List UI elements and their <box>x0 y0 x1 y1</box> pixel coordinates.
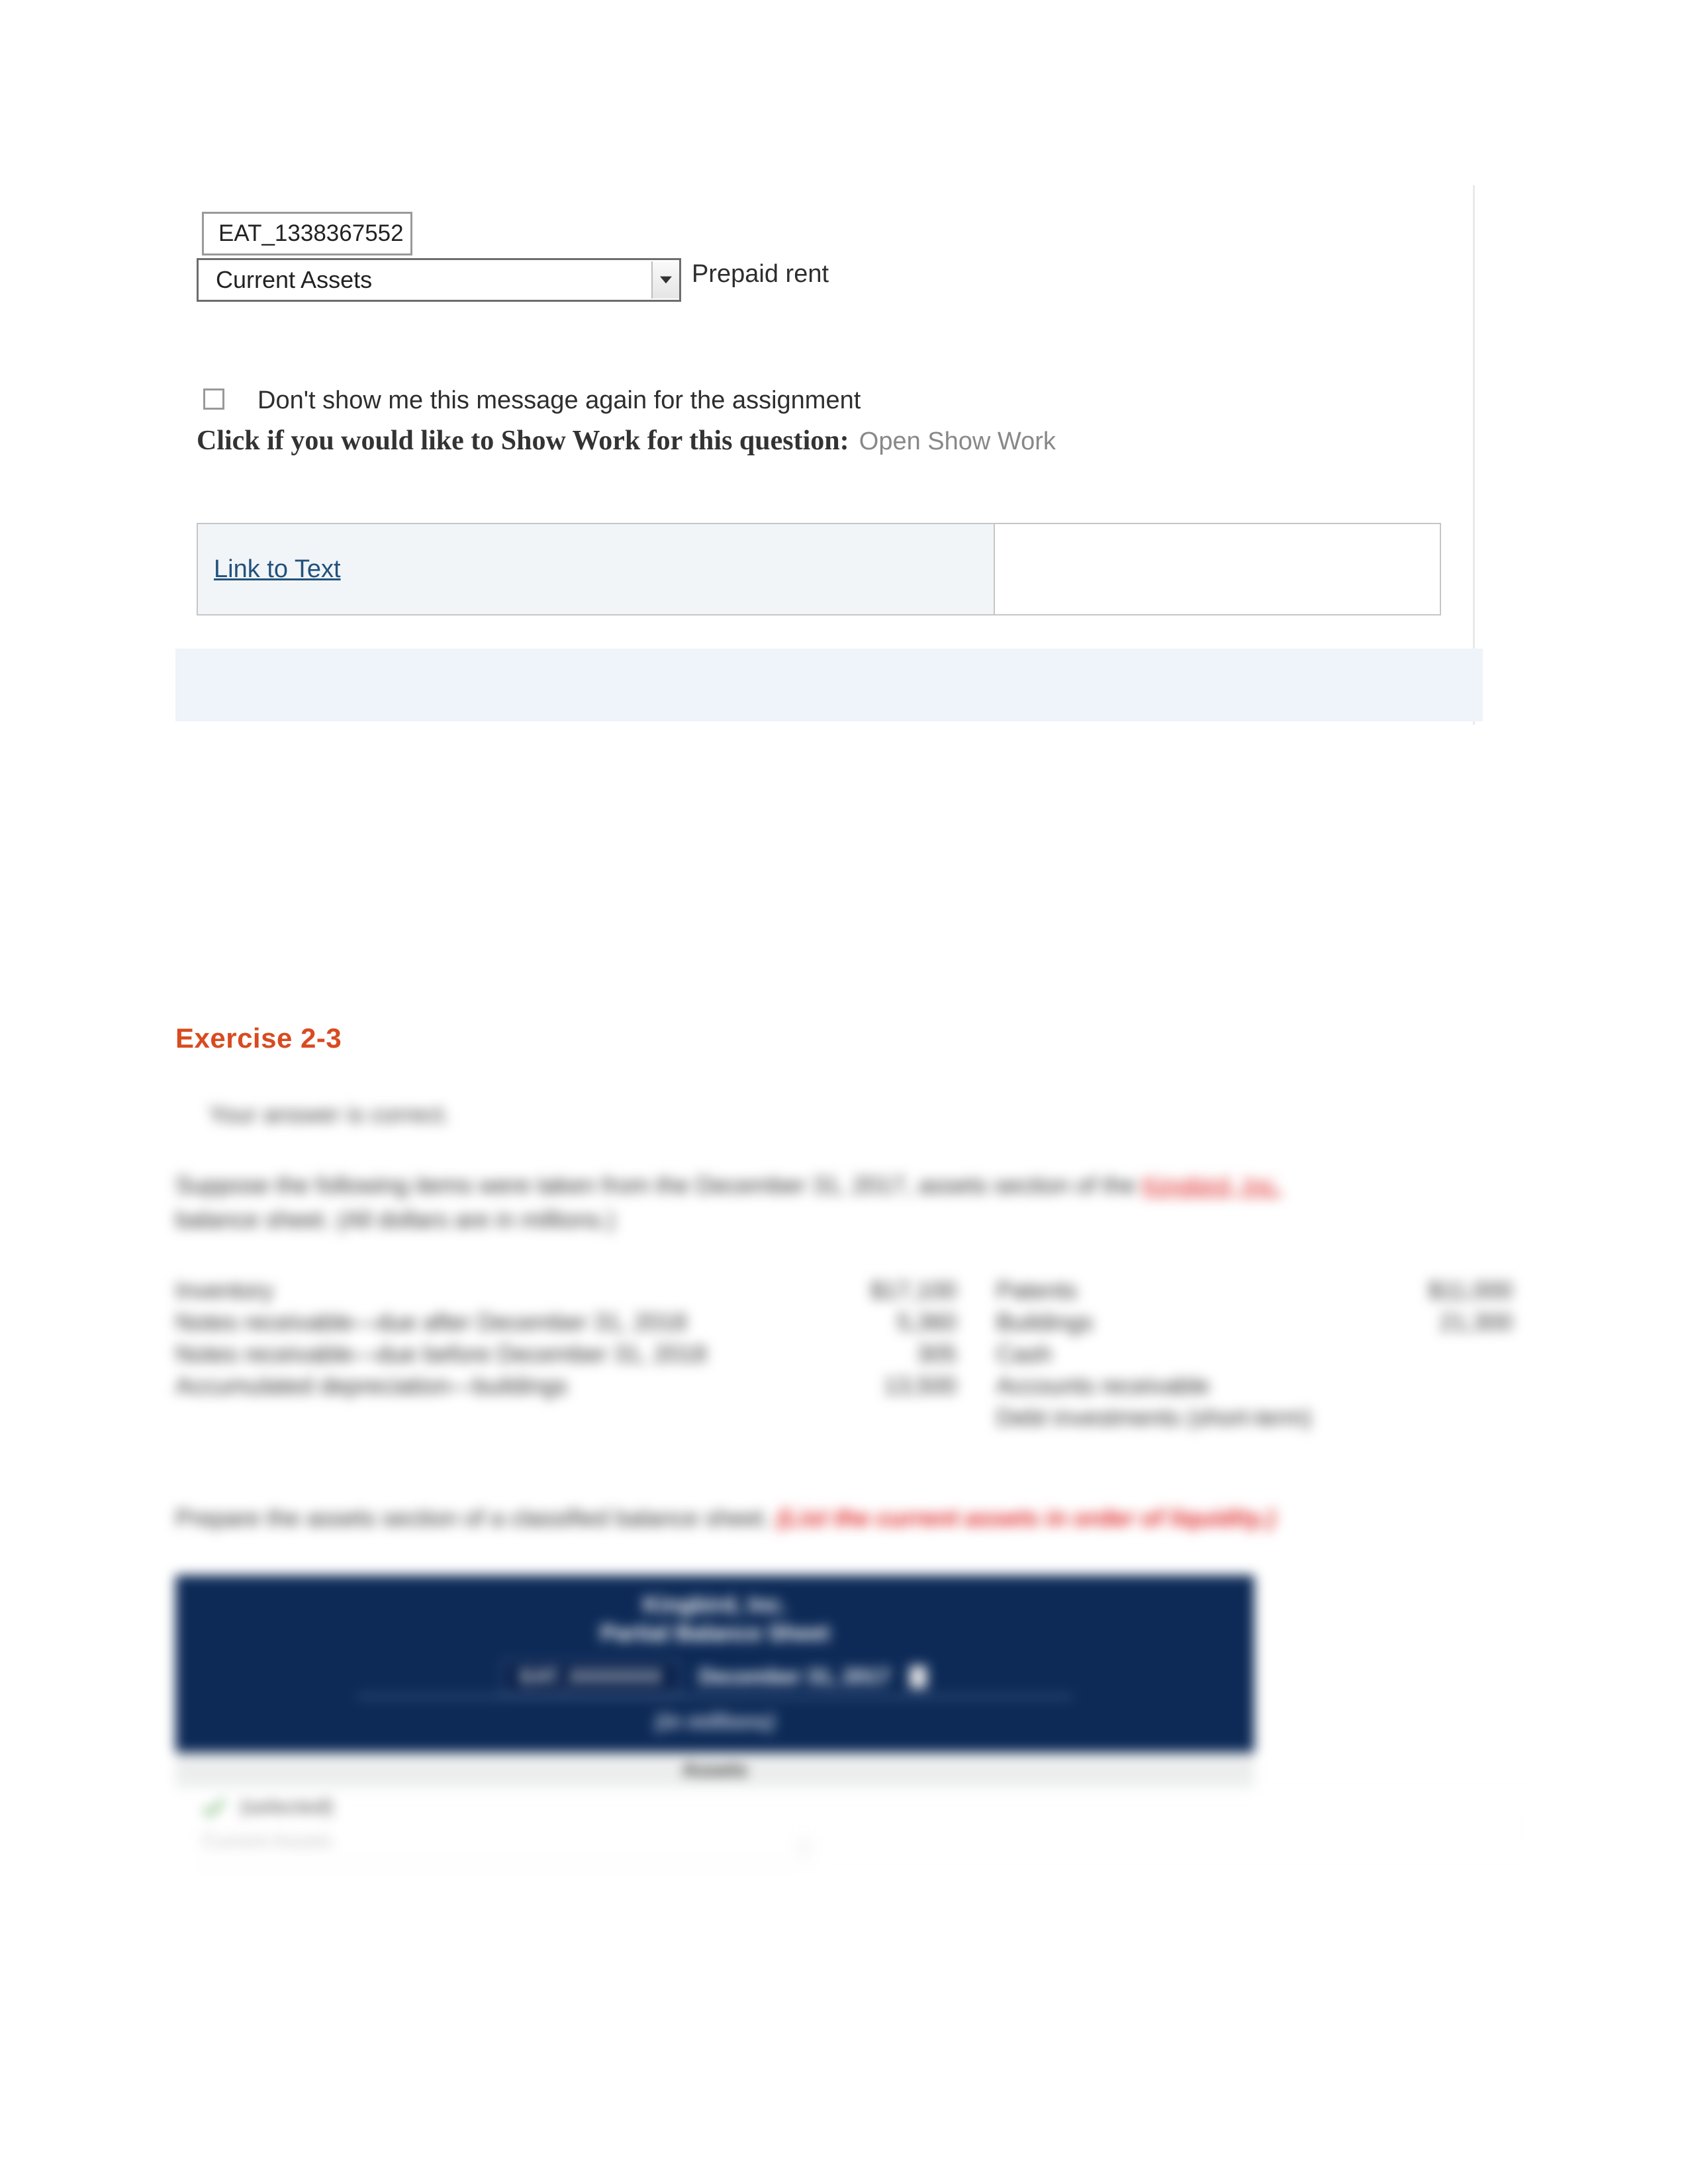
data-label: Inventory <box>175 1277 818 1304</box>
blurred-content: Your answer is correct. Suppose the foll… <box>175 1101 1539 1866</box>
data-value: 13,500 <box>818 1372 996 1400</box>
link-table: Link to Text <box>197 523 1441 615</box>
data-label: Accumulated depreciation—buildings <box>175 1372 818 1400</box>
data-label: Cash <box>996 1340 1387 1368</box>
exercise-panel: Exercise 2-3 Your answer is correct. Sup… <box>175 1023 1539 1866</box>
page-root: EAT_1338367552 Current Assets Prepaid re… <box>0 0 1688 2184</box>
para2-red: (List the current assets in order of liq… <box>777 1504 1276 1531</box>
question-panel: EAT_1338367552 Current Assets Prepaid re… <box>175 185 1475 725</box>
table-row: Patents $11,000 <box>996 1277 1526 1304</box>
table-row: Notes receivable—due after December 31, … <box>175 1308 996 1336</box>
bs-date-chip[interactable]: EAT_XXXXXXX <box>503 1661 680 1694</box>
balance-sheet-header: Kingbird, Inc. Partial Balance Sheet EAT… <box>175 1575 1254 1752</box>
eat-field[interactable]: EAT_1338367552 <box>202 212 412 255</box>
chevron-down-icon <box>651 261 679 298</box>
data-value <box>1387 1340 1513 1368</box>
para1-b: balance sheet. (All dollars are in milli… <box>175 1206 615 1233</box>
bs-date-row: EAT_XXXXXXX December 31, 2017 <box>357 1659 1072 1698</box>
table-row: Cash <box>996 1340 1526 1368</box>
data-label: Patents <box>996 1277 1387 1304</box>
data-value <box>1387 1372 1513 1400</box>
table-row: Debt investments (short-term) <box>996 1404 1526 1432</box>
data-label: Notes receivable—due before December 31,… <box>175 1340 818 1368</box>
bs-title: Partial Balance Sheet <box>175 1621 1254 1647</box>
show-work-prompt: Click if you would like to Show Work for… <box>197 426 849 456</box>
dont-show-again-label: Don't show me this message again for the… <box>258 387 861 415</box>
answer-status: Your answer is correct. <box>209 1101 1539 1128</box>
bs-unit: (in millions) <box>175 1709 1254 1734</box>
dont-show-again-row: Don't show me this message again for the… <box>203 387 861 415</box>
data-value: $11,000 <box>1387 1277 1513 1304</box>
table-row: Buildings 21,300 <box>996 1308 1526 1336</box>
dropdown-selected-value: Current Assets <box>216 266 372 294</box>
data-columns: Inventory $17,100 Notes receivable—due a… <box>175 1277 1526 1435</box>
data-label: Notes receivable—due after December 31, … <box>175 1308 818 1336</box>
separator-strip <box>175 649 1483 721</box>
exercise-title: Exercise 2-3 <box>175 1023 1539 1054</box>
dont-show-again-checkbox[interactable] <box>203 388 224 410</box>
data-value: 21,300 <box>1387 1308 1513 1336</box>
problem-intro: Suppose the following items were taken f… <box>175 1168 1321 1237</box>
table-row: Accounts receivable <box>996 1372 1526 1400</box>
table-row: Accumulated depreciation—buildings 13,50… <box>175 1372 996 1400</box>
table-row: Notes receivable—due before December 31,… <box>175 1340 996 1368</box>
data-value <box>1387 1404 1513 1432</box>
data-label: Buildings <box>996 1308 1387 1336</box>
correct-mark-icon <box>910 1666 927 1688</box>
company-name: Kingbird, Inc. <box>1143 1171 1282 1199</box>
data-value: 5,360 <box>818 1308 996 1336</box>
item-label: Prepaid rent <box>692 260 829 289</box>
bs-company: Kingbird, Inc. <box>175 1592 1254 1618</box>
para2-a: Prepare the assets section of a classifi… <box>175 1504 777 1531</box>
classification-dropdown[interactable]: Current Assets <box>197 258 681 302</box>
eat-field-value: EAT_1338367552 <box>218 220 404 247</box>
link-table-right-cell <box>995 524 1440 614</box>
instruction-para: Prepare the assets section of a classifi… <box>175 1502 1374 1535</box>
para1-a: Suppose the following items were taken f… <box>175 1171 1143 1199</box>
data-value: 305 <box>818 1340 996 1368</box>
data-value: $17,100 <box>818 1277 996 1304</box>
data-label: Debt investments (short-term) <box>996 1404 1387 1432</box>
table-row: Inventory $17,100 <box>175 1277 996 1304</box>
open-show-work-link[interactable]: Open Show Work <box>859 428 1056 455</box>
fade-overlay <box>175 1773 1539 1892</box>
show-work-line: Click if you would like to Show Work for… <box>197 425 1056 457</box>
link-to-text[interactable]: Link to Text <box>214 555 341 584</box>
link-table-left-cell: Link to Text <box>198 524 995 614</box>
bs-date-text: December 31, 2017 <box>699 1664 890 1689</box>
data-label: Accounts receivable <box>996 1372 1387 1400</box>
